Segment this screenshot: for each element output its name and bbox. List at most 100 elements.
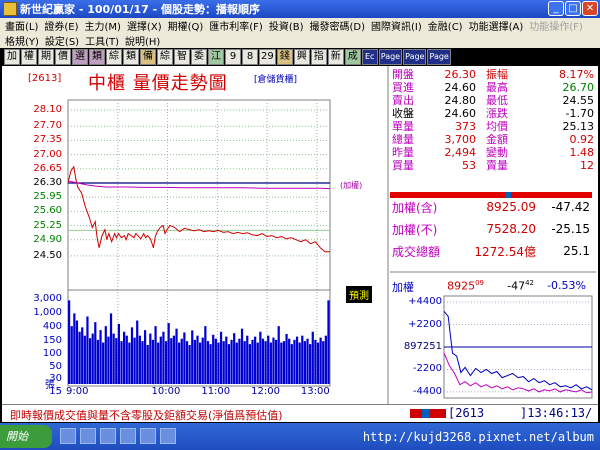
mini-series-line [443,310,593,391]
volume-bar [136,320,139,384]
volume-bar [248,344,251,384]
volume-bar [75,320,79,384]
volume-bar [246,335,249,384]
volume-bar [201,337,204,384]
mini-index-header: 加權 892509 -4742 -0.53% [392,279,596,295]
volume-bar [282,341,286,384]
taskbar-app-icon[interactable] [140,428,156,444]
index-summary: 加權(含) 8925.09 -47.42 加權(不) 7528.20 -25.15 成交總額… [392,196,594,262]
status-code-input[interactable]: [2613 [448,406,484,420]
quote-value: 25.13 [562,120,595,133]
quote-row: 總量 3,700 金額 0.92 [392,133,594,146]
quote-value: 3,700 [444,133,477,146]
index-value: 7528.20 [486,222,536,236]
volume-bar [209,344,212,384]
volume-bar [274,339,278,384]
volume-bar [183,332,186,384]
quote-label: 最高 [486,81,508,94]
taskbar-app-icon[interactable] [60,428,76,444]
volume-bar [301,335,304,384]
index-label: 成交總額 [392,244,441,259]
volume-bar [112,333,115,384]
volume-bar [120,341,123,384]
index-value: 8925.09 [486,200,536,214]
volume-bar [206,341,210,384]
mini-tick-label: +4400 [408,296,442,308]
volume-bar [159,336,162,384]
volume-bar [327,300,330,384]
predict-button[interactable]: 預測 [346,286,372,303]
quote-row: 買量 53 賣量 12 [392,159,594,172]
volume-bar [309,344,312,384]
volume-bar [251,339,254,384]
index-change: 25.1 [563,244,590,258]
volume-bar [217,342,220,384]
taskbar-app-icon[interactable] [160,428,176,444]
volume-bar [102,342,105,384]
volume-bar [235,342,238,384]
volume-bar [199,342,202,384]
volume-bar [285,333,288,384]
volume-bar [73,313,76,384]
volume-bar [254,336,257,384]
volume-bar [81,327,84,384]
volume-bar [290,344,293,384]
volume-bar [314,339,317,384]
volume-bar [178,342,181,384]
quote-value: 26.70 [562,81,595,94]
start-button[interactable]: 開始 [0,425,52,448]
price-tick-label: 25.25 [33,219,62,231]
quote-value: 24.60 [444,107,477,120]
volume-bar [91,333,94,384]
quote-label: 昨量 [392,146,414,159]
quote-label: 買量 [392,159,414,172]
taskbar-app-icon[interactable] [80,428,96,444]
volume-bar [316,342,320,384]
quote-label: 總量 [392,133,414,146]
index-value: 1272.54億 [474,244,536,259]
mini-index-change: -4742 [507,279,534,293]
time-tick-label: 10:00 [151,386,181,397]
taskbar: 開始 http://kujd3268.pixnet.net/album [0,423,600,450]
quote-label: 收盤 [392,107,414,120]
volume-tick-label: 100 [42,348,62,359]
volume-bar [180,338,183,384]
volume-bar [306,338,309,384]
volume-bar [256,342,259,384]
volume-bar [78,331,81,384]
volume-bar [298,342,301,384]
volume-bar [96,339,100,384]
quote-label: 開盤 [392,68,414,81]
volume-tick-label: 15 [49,386,62,397]
quote-row: 單量 373 均價 25.13 [392,120,594,133]
volume-bar [230,339,233,384]
volume-bar [107,336,110,384]
price-tick-label: 24.90 [33,233,62,245]
volume-bar [172,335,176,384]
volume-bar [212,334,215,384]
quote-label: 振幅 [486,68,508,81]
status-clock: ]13:46:13/ [520,406,593,420]
taskbar-app-icon[interactable] [100,428,116,444]
volume-bar [99,330,102,384]
time-tick-label: 9:00 [66,386,89,397]
volume-bar [154,326,157,384]
quote-row: 昨量 2,494 變動 1.48 [392,146,594,159]
price-tick-label: 27.35 [33,134,62,146]
volume-bar [141,341,144,384]
quote-value: -1.70 [565,107,594,120]
series-line-price [67,165,330,253]
volume-bar [104,326,107,384]
volume-bar [196,335,199,384]
mini-index-value: 892509 [447,279,484,293]
index-change: -25.15 [551,222,590,236]
volume-bar [280,342,283,384]
volume-tick-label: 50 [49,361,62,372]
quote-value: 0.92 [569,133,595,146]
taskbar-app-icon[interactable] [120,428,136,444]
quote-label: 漲跌 [486,107,508,120]
volume-bar [233,333,236,384]
volume-bar [83,335,86,384]
quote-row: 收盤 24.60 漲跌 -1.70 [392,107,594,120]
price-tick-label: 28.10 [33,104,62,116]
